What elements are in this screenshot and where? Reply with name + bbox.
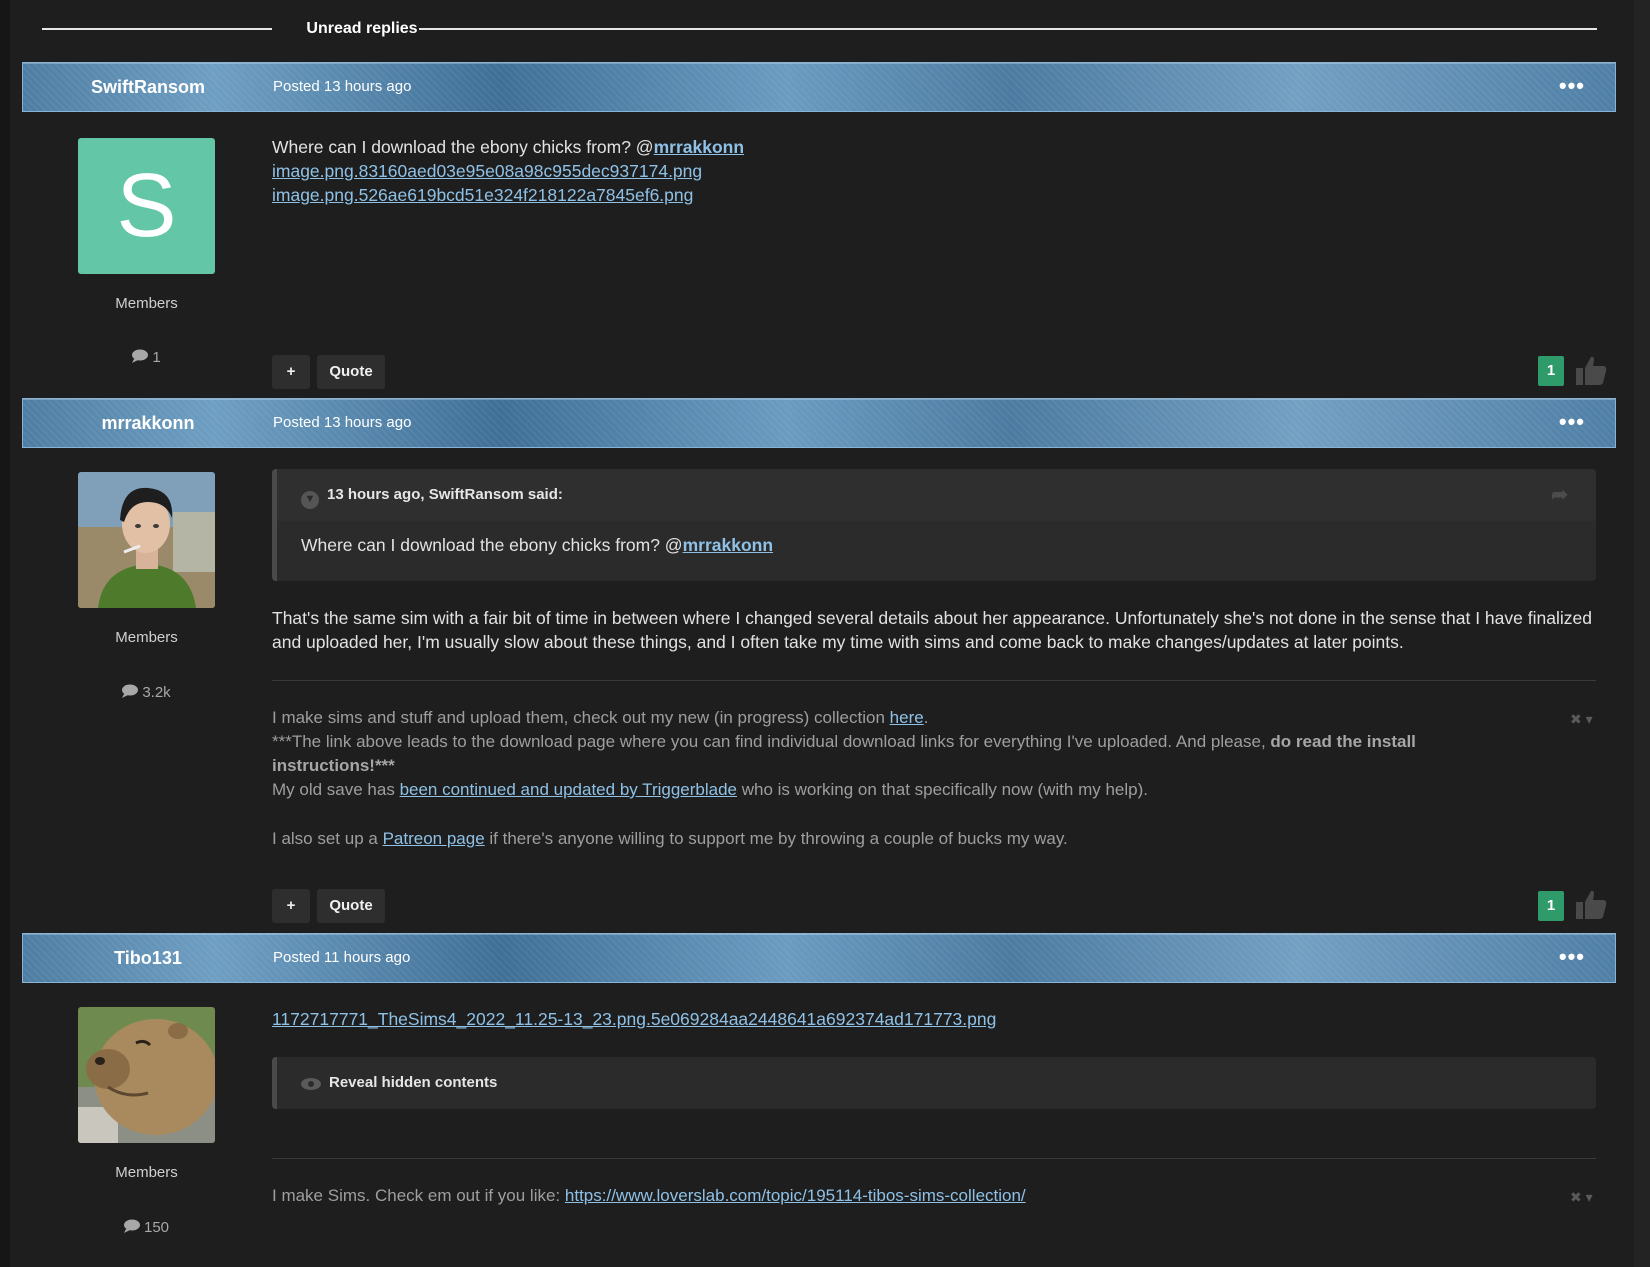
chevron-down-icon[interactable]: ▼: [301, 491, 319, 509]
quote-button[interactable]: Quote: [317, 355, 385, 389]
broken-image-link[interactable]: 1172717771_TheSims4_2022_11.25-13_23.png…: [272, 1009, 996, 1029]
avatar[interactable]: [78, 472, 215, 608]
post-count: 3.2k: [78, 684, 215, 701]
quote-header: ▼ 13 hours ago, SwiftRansom said: ➦: [277, 469, 1596, 521]
thumbs-up-icon[interactable]: [1575, 354, 1607, 386]
signature-text: My old save has: [272, 780, 400, 799]
triggerblade-link[interactable]: been continued and updated by Triggerbla…: [400, 780, 737, 799]
reveal-label: Reveal hidden contents: [329, 1074, 498, 1091]
quote-block: ▼ 13 hours ago, SwiftRansom said: ➦ Where…: [272, 469, 1596, 581]
signature-line: I make Sims. Check em out if you like: h…: [272, 1184, 1532, 1208]
signature-spacer: [272, 802, 1532, 827]
reputation-count: 1: [1538, 891, 1564, 921]
signature-text: I make sims and stuff and upload them, c…: [272, 708, 890, 727]
post-count: 150: [78, 1219, 215, 1236]
avatar[interactable]: [78, 1007, 215, 1143]
post-timestamp[interactable]: Posted 13 hours ago: [273, 63, 411, 111]
divider-line-left: [42, 28, 272, 30]
signature-text: who is working on that specifically now …: [737, 780, 1148, 799]
multiquote-button[interactable]: +: [272, 355, 310, 389]
post-count-value: 1: [152, 349, 161, 366]
signature-text: if there's anyone willing to support me …: [484, 829, 1068, 848]
signature-text: I make Sims. Check em out if you like:: [272, 1186, 565, 1205]
quote-body: Where can I download the ebony chicks fr…: [277, 521, 1596, 576]
post-header: Tibo131 Posted 11 hours ago •••: [22, 933, 1616, 983]
divider-label: Unread replies: [306, 20, 418, 37]
post-content: Where can I download the ebony chicks fr…: [272, 135, 744, 207]
post-author-name[interactable]: mrrakkonn: [23, 399, 273, 447]
member-group: Members: [115, 1164, 178, 1181]
member-group: Members: [115, 629, 178, 646]
signature-text: ***The link above leads to the download …: [272, 732, 1271, 751]
post-count: 1: [78, 349, 215, 366]
comment-bubble-icon: [122, 684, 139, 698]
post-text-main: Where can I download the ebony chicks fr…: [272, 137, 654, 157]
avatar-letter: S: [116, 156, 177, 256]
avatar[interactable]: S: [78, 138, 215, 274]
signature-line: ***The link above leads to the download …: [272, 730, 1532, 778]
comment-bubble-icon: [132, 349, 149, 363]
thumbs-up-icon[interactable]: [1575, 888, 1607, 920]
collection-url-link[interactable]: https://www.loverslab.com/topic/195114-t…: [565, 1186, 1026, 1205]
signature-text: I also set up a: [272, 829, 383, 848]
ellipsis-icon[interactable]: •••: [1559, 409, 1585, 435]
post-text: Where can I download the ebony chicks fr…: [272, 135, 744, 159]
signature-text: .: [923, 708, 929, 727]
comment-bubble-icon: [123, 1219, 140, 1233]
post-author-name[interactable]: SwiftRansom: [23, 63, 273, 111]
post-header: SwiftRansom Posted 13 hours ago •••: [22, 62, 1616, 112]
signature-line: My old save has been continued and updat…: [272, 778, 1532, 802]
close-icon[interactable]: ✖ ▾: [1570, 711, 1593, 728]
collection-link[interactable]: here: [890, 708, 924, 727]
broken-image-link[interactable]: image.png.526ae619bcd51e324f218122a7845e…: [272, 185, 693, 205]
post-content: That's the same sim with a fair bit of t…: [272, 606, 1596, 654]
post-header: mrrakkonn Posted 13 hours ago •••: [22, 398, 1616, 448]
eye-icon: [301, 1078, 321, 1090]
post-text: That's the same sim with a fair bit of t…: [272, 608, 1592, 652]
unread-replies-divider: Unread replies: [42, 18, 1597, 44]
multiquote-button[interactable]: +: [272, 889, 310, 923]
signature-divider: [272, 680, 1596, 681]
broken-image-link[interactable]: image.png.83160aed03e95e08a98c955dec9371…: [272, 161, 702, 181]
post-timestamp[interactable]: Posted 13 hours ago: [273, 399, 411, 447]
post-author-name[interactable]: Tibo131: [23, 934, 273, 982]
patreon-link[interactable]: Patreon page: [383, 829, 485, 848]
share-icon[interactable]: ➦: [1551, 469, 1568, 521]
ellipsis-icon[interactable]: •••: [1559, 73, 1585, 99]
member-group: Members: [115, 295, 178, 312]
signature-line: I make sims and stuff and upload them, c…: [272, 706, 1532, 730]
divider-line-right: [419, 28, 1597, 30]
avatar-image: [78, 472, 215, 608]
post-count-value: 3.2k: [142, 684, 171, 701]
post-timestamp[interactable]: Posted 11 hours ago: [273, 934, 410, 982]
scrollbar-track[interactable]: [1634, 0, 1650, 1267]
user-mention[interactable]: mrrakkonn: [683, 535, 773, 555]
signature-line: I also set up a Patreon page if there's …: [272, 827, 1532, 851]
signature: I make Sims. Check em out if you like: h…: [272, 1184, 1532, 1208]
quote-citation[interactable]: 13 hours ago, SwiftRansom said:: [327, 486, 563, 503]
post-content: 1172717771_TheSims4_2022_11.25-13_23.png…: [272, 1007, 996, 1031]
ellipsis-icon[interactable]: •••: [1559, 944, 1585, 970]
reputation-count: 1: [1538, 356, 1564, 386]
signature: I make sims and stuff and upload them, c…: [272, 706, 1532, 851]
image-link[interactable]: image.png.526ae619bcd51e324f218122a7845e…: [272, 183, 744, 207]
signature-divider: [272, 1158, 1596, 1159]
reveal-hidden-contents[interactable]: Reveal hidden contents: [272, 1057, 1596, 1109]
quote-button[interactable]: Quote: [317, 889, 385, 923]
close-icon[interactable]: ✖ ▾: [1570, 1189, 1593, 1206]
quote-text: Where can I download the ebony chicks fr…: [301, 535, 683, 555]
user-mention[interactable]: mrrakkonn: [654, 137, 744, 157]
avatar-image: [78, 1007, 215, 1143]
image-link[interactable]: image.png.83160aed03e95e08a98c955dec9371…: [272, 159, 744, 183]
post-count-value: 150: [143, 1219, 170, 1236]
